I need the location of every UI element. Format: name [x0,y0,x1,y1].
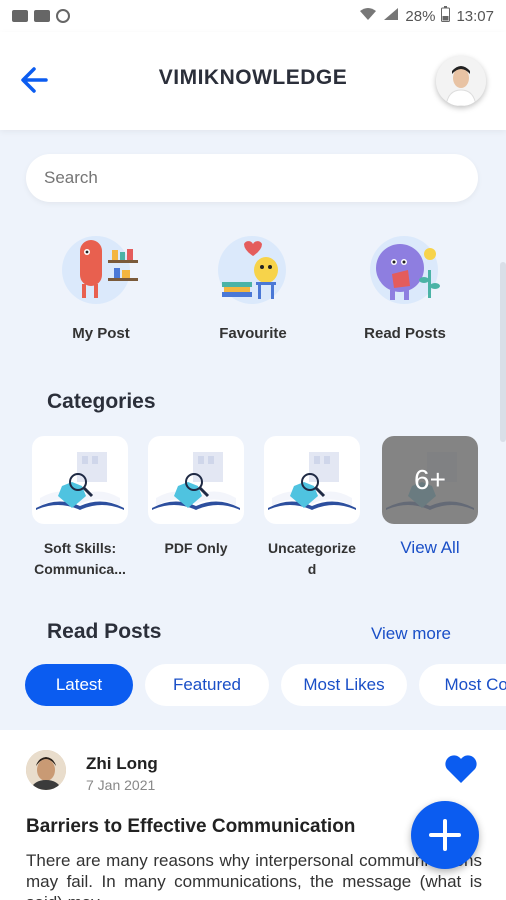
category-label: Uncategorize d [268,540,356,577]
tab-most-comments[interactable]: Most Cor [419,664,506,706]
view-all-categories-button[interactable]: 6+ View All [382,436,478,558]
page-title: VIMIKNOWLEDGE [158,66,348,89]
category-label: PDF Only [164,540,228,556]
post-date: 7 Jan 2021 [86,777,156,793]
my-post-illustration-icon [62,236,138,304]
book-magnifier-icon [152,452,240,510]
category-uncategorized[interactable]: Uncategorize d [264,436,360,580]
category-thumbnail [32,436,128,524]
read-posts-illustration-icon [370,236,440,304]
tab-most-likes[interactable]: Most Likes [281,664,407,706]
app-header: VIMIKNOWLEDGE [0,32,506,130]
category-pdf-only[interactable]: PDF Only [148,436,244,559]
gallery-icon [34,10,50,22]
book-magnifier-icon [36,452,124,510]
signal-icon [383,7,399,25]
my-post-label: My Post [72,325,130,342]
user-avatar-icon [436,56,486,106]
author-avatar-icon [26,750,66,790]
tab-latest[interactable]: Latest [25,664,133,706]
battery-icon [441,6,451,26]
category-soft-skills[interactable]: Soft Skills: Communica... [32,436,128,580]
favourite-label: Favourite [219,325,287,342]
more-categories-count: 6+ [382,436,478,524]
clock: 13:07 [456,7,494,25]
post-excerpt: There are many reasons why interpersonal… [26,851,482,900]
post-author: Zhi Long [86,754,158,773]
categories-title: Categories [47,390,156,413]
status-left [12,9,70,23]
scroll-indicator [500,262,506,442]
book-magnifier-icon [268,452,356,510]
favourite-button[interactable]: Favourite [193,230,313,342]
favourite-illustration-icon [218,236,286,304]
tab-featured[interactable]: Featured [145,664,269,706]
favorite-button[interactable] [444,754,478,784]
my-post-button[interactable]: My Post [41,230,161,342]
do-not-disturb-icon [56,9,70,23]
search-input[interactable] [26,154,478,202]
heart-icon [445,755,477,783]
read-posts-label: Read Posts [364,325,446,342]
wifi-icon [359,7,377,25]
read-posts-button[interactable]: Read Posts [345,230,465,342]
category-label: Soft Skills: Communica... [34,540,126,577]
read-posts-title: Read Posts [47,620,162,643]
post-filter-tabs: Latest Featured Most Likes Most Cor [25,664,506,706]
category-thumbnail [148,436,244,524]
user-avatar[interactable] [436,56,486,106]
category-thumbnail [264,436,360,524]
video-icon [12,10,28,22]
category-thumbnail: 6+ [382,436,478,524]
post-title: Barriers to Effective Communication [26,816,356,837]
view-all-link[interactable]: View All [382,538,478,558]
author-avatar[interactable] [26,750,66,790]
battery-percent: 28% [405,7,436,25]
add-post-button[interactable] [411,801,479,869]
status-right: 28% 13:07 [359,6,494,26]
view-more-link[interactable]: View more [371,624,451,644]
status-bar: 28% 13:07 [0,0,506,32]
